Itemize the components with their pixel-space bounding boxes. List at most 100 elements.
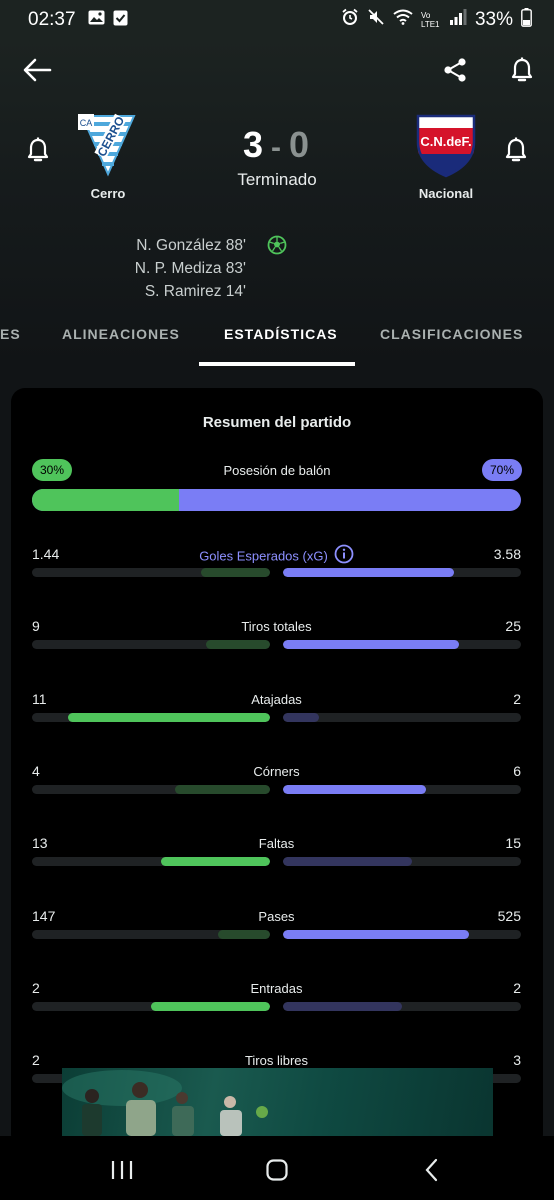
stat-row: 4 Córners 6 <box>32 763 521 813</box>
share-button[interactable] <box>435 50 475 90</box>
possession-bar <box>32 489 521 511</box>
scorer-entry: N. P. Mediza 83' <box>134 260 246 277</box>
away-stat-fill <box>283 568 455 577</box>
away-stat-track <box>283 712 521 722</box>
stat-row: 2 Entradas 2 <box>32 980 521 1030</box>
home-stat-fill <box>67 712 270 722</box>
soccer-ball-icon <box>267 235 287 260</box>
away-stat-track <box>283 857 521 867</box>
battery-icon <box>521 7 532 33</box>
home-stat-fill <box>205 640 270 650</box>
stat-label-text: Faltas <box>258 836 295 852</box>
away-score: 0 <box>289 124 312 165</box>
status-bar: 02:37 Vo LTE1 33% <box>0 0 554 40</box>
home-stat-track <box>32 857 270 867</box>
away-stat-fill <box>283 1001 402 1011</box>
bell-icon <box>505 137 527 162</box>
stat-label: Entradas <box>32 981 521 996</box>
tab-lineups[interactable]: ALINEACIONES <box>62 326 180 342</box>
away-stat-value: 15 <box>505 835 521 852</box>
away-stat-track <box>283 929 521 939</box>
recent-apps-icon <box>111 1161 133 1179</box>
home-stat-track <box>32 712 270 722</box>
home-possession-fill <box>32 489 179 511</box>
away-stat-track <box>283 1001 521 1011</box>
stat-label: Atajadas <box>32 692 521 707</box>
match-tabs: ES ALINEACIONES ESTADÍSTICAS CLASIFICACI… <box>0 320 554 366</box>
statistics-content[interactable]: Resumen del partido 30% Posesión de baló… <box>0 366 554 1136</box>
home-stat-track <box>32 784 270 794</box>
away-team-bell-button[interactable] <box>498 132 534 168</box>
away-team-name: Nacional <box>418 186 474 201</box>
stat-row: 1.44 Goles Esperados (xG) 3.58 <box>32 544 521 596</box>
checkbox-notification-icon <box>113 10 128 31</box>
home-stat-fill <box>200 568 270 577</box>
away-stat-track <box>283 784 521 794</box>
match-header: CA CERRO Cerro 3-0 Terminado C.N.deF. Na… <box>0 40 554 366</box>
tab-standings[interactable]: CLASIFICACIONES <box>380 326 523 342</box>
home-icon <box>266 1159 288 1181</box>
stat-label-text: Tiros totales <box>241 619 312 635</box>
wifi-icon <box>393 9 413 31</box>
tab-previous-partial[interactable]: ES <box>0 326 21 342</box>
away-possession-badge: 70% <box>481 459 522 481</box>
advertisement-banner[interactable] <box>62 1068 493 1136</box>
stat-label: Tiros totales <box>32 619 521 634</box>
home-stat-fill <box>174 784 270 794</box>
score-separator: - <box>271 131 283 164</box>
match-notification-button[interactable] <box>502 50 542 90</box>
alarm-icon <box>341 8 359 32</box>
back-button[interactable] <box>17 50 57 90</box>
home-stat-track <box>32 1001 270 1011</box>
info-icon[interactable] <box>334 544 354 567</box>
stat-label: Faltas <box>32 836 521 851</box>
mute-icon <box>367 8 385 32</box>
away-stat-fill <box>283 929 469 939</box>
gallery-icon <box>88 10 105 30</box>
battery-percent: 33% <box>474 9 513 30</box>
home-stat-track <box>32 929 270 939</box>
svg-text:C.N.deF.: C.N.deF. <box>420 134 471 149</box>
system-navigation-bar <box>0 1136 554 1200</box>
away-stat-track <box>283 640 521 650</box>
away-stat-track <box>283 568 521 577</box>
chevron-left-icon <box>425 1158 438 1182</box>
home-stat-track <box>32 640 270 650</box>
home-stat-track <box>32 568 270 577</box>
away-stat-value: 2 <box>513 979 521 996</box>
stat-row: 13 Faltas 15 <box>32 835 521 885</box>
away-team[interactable]: C.N.deF. Nacional <box>386 112 506 201</box>
possession-label: Posesión de balón <box>223 463 331 478</box>
away-stat-value: 3.58 <box>493 546 521 562</box>
home-stat-fill <box>160 857 270 867</box>
stat-label-text: Tiros libres <box>244 1053 309 1069</box>
away-stat-fill <box>283 640 460 650</box>
scorer-entry: N. González 88' <box>136 237 246 254</box>
arrow-left-icon <box>23 58 52 82</box>
away-stat-fill <box>283 857 412 867</box>
system-back-button[interactable] <box>412 1150 452 1190</box>
share-icon <box>444 58 466 82</box>
lte-label: Vo LTE1 <box>420 11 440 29</box>
stat-label: Tiros libres <box>32 1053 521 1068</box>
away-stat-fill <box>283 784 426 794</box>
recent-apps-button[interactable] <box>102 1150 142 1190</box>
bell-icon <box>511 57 533 82</box>
expected-goals-link[interactable]: Goles Esperados (xG) <box>32 544 521 567</box>
home-button[interactable] <box>257 1150 297 1190</box>
away-stat-fill <box>283 712 319 722</box>
scorer-entry: S. Ramirez 14' <box>144 283 246 300</box>
stat-row: 147 Pases 525 <box>32 908 521 958</box>
tab-statistics[interactable]: ESTADÍSTICAS <box>224 326 338 342</box>
stat-label-text: Córners <box>253 763 300 779</box>
away-stat-value: 3 <box>513 1052 521 1069</box>
stat-label-text: Pases <box>258 908 295 924</box>
stat-row: 9 Tiros totales 25 <box>32 618 521 668</box>
stat-label-text: Entradas <box>250 980 303 996</box>
stat-label: Pases <box>32 909 521 924</box>
status-time: 02:37 <box>28 9 76 30</box>
home-score: 3 <box>242 124 265 165</box>
stat-label: Córners <box>32 764 521 779</box>
signal-icon <box>449 9 467 31</box>
away-stat-value: 525 <box>497 907 521 924</box>
